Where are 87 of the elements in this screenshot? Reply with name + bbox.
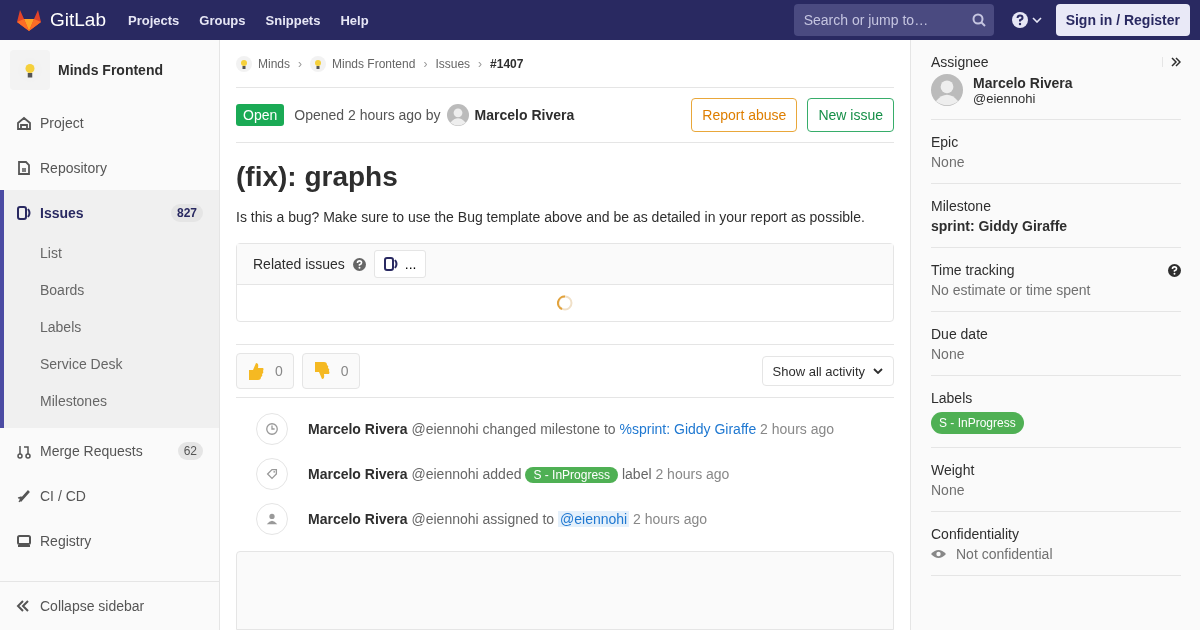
breadcrumb-link[interactable]: Minds Frontend	[332, 56, 416, 71]
sidebar-item[interactable]: Merge Requests 62	[0, 428, 219, 473]
sidebar-subitem[interactable]: Boards	[4, 272, 219, 309]
thumbs-up-button[interactable]: 0	[236, 353, 294, 389]
activity-note: Marcelo Rivera @eiennohi assigned to @eiennohi 2 hours ago	[308, 511, 708, 527]
sidebar-item[interactable]: CI / CD	[0, 473, 219, 518]
chevron-down-icon	[873, 368, 883, 374]
milestone-link[interactable]: %sprint: Giddy Giraffe	[619, 421, 757, 437]
issues-icon	[16, 204, 32, 221]
help-icon	[1011, 12, 1028, 28]
sidebar-subitem[interactable]: List	[4, 235, 219, 272]
caret-icon	[1031, 17, 1042, 23]
avatar	[446, 104, 469, 126]
issue-description: Is this a bug? Make sure to use the Bug template above and be as detailed in your report as possible.	[236, 209, 866, 225]
confidentiality-value: Not confidential	[956, 546, 1053, 562]
sidebar-section-title: Assignee	[931, 54, 989, 70]
related-issues-count-button[interactable]: ...	[373, 250, 426, 278]
search-input[interactable]: Search or jump to…	[801, 11, 972, 29]
assignee-username: @eiennohi	[973, 90, 1037, 106]
sidebar-item[interactable]: Project	[0, 100, 219, 145]
sidebar-value: None	[931, 482, 966, 498]
home-icon	[16, 114, 32, 131]
loading-spinner-icon	[557, 295, 573, 311]
project-name[interactable]: Minds Frontend	[58, 62, 163, 78]
document-icon	[16, 159, 32, 176]
thumbs-up-icon	[247, 361, 265, 381]
thumbs-down-button[interactable]: 0	[301, 353, 360, 389]
sidebar-item[interactable]: Registry	[0, 518, 219, 563]
user-mention-link[interactable]: @eiennohi	[558, 511, 630, 527]
breadcrumb-separator: ›	[478, 56, 483, 71]
tag-icon	[265, 467, 279, 481]
clock-icon	[265, 422, 279, 436]
breadcrumb-separator: ›	[298, 56, 302, 71]
fox-logo-icon	[16, 8, 42, 32]
thumbs-down-icon	[312, 361, 331, 381]
activity-note: Marcelo Rivera @eiennohi added S - InProgress label 2 hours ago	[308, 466, 730, 482]
sidebar-value: None	[931, 346, 966, 362]
sidebar-subitem[interactable]: Labels	[4, 309, 219, 346]
author-link[interactable]: Marcelo Rivera	[474, 107, 575, 123]
sidebar-value: None	[931, 154, 966, 170]
sidebar-value: No estimate or time spent	[931, 282, 1092, 298]
activity-note: Marcelo Rivera @eiennohi changed milestone to %sprint: Giddy Giraffe 2 hours ago	[308, 421, 835, 437]
nav-link[interactable]: Projects	[128, 12, 180, 28]
sidebar-subitem[interactable]: Milestones	[4, 383, 219, 420]
nav-link[interactable]: Groups	[199, 12, 246, 28]
double-chevron-left-icon	[16, 600, 30, 612]
breadcrumb-link[interactable]: Issues	[435, 56, 471, 71]
opened-text: Opened 2 hours ago by	[294, 107, 441, 123]
double-chevron-right-icon[interactable]	[1171, 57, 1181, 67]
container-icon	[16, 532, 32, 549]
milestone-value[interactable]: sprint: Giddy Giraffe	[931, 218, 1181, 234]
sidebar-section-title: Confidentiality	[931, 526, 1019, 542]
sidebar-section-title: Milestone	[931, 198, 991, 214]
brand-name[interactable]: GitLab	[50, 9, 106, 31]
avatar	[931, 74, 963, 106]
breadcrumb-link[interactable]: Minds	[258, 56, 290, 71]
eye-icon	[931, 549, 946, 559]
sidebar-section-title: Due date	[931, 326, 988, 342]
sidebar-item[interactable]: Issues 827	[4, 190, 219, 235]
count-badge: 62	[177, 441, 203, 460]
nav-link[interactable]: Help	[340, 12, 369, 28]
help-icon[interactable]	[1168, 263, 1181, 277]
new-issue-button[interactable]: New issue	[807, 98, 894, 132]
breadcrumb-link[interactable]: #1407	[490, 56, 524, 71]
assignee-name[interactable]: Marcelo Rivera	[973, 74, 1073, 91]
issues-icon	[382, 256, 399, 272]
user-icon	[265, 512, 279, 526]
lightbulb-icon	[236, 55, 252, 72]
search-field[interactable]: Search or jump to…	[793, 4, 994, 36]
sidebar-section-title: Labels	[931, 390, 973, 406]
status-badge: Open	[236, 104, 285, 126]
help-icon[interactable]	[352, 257, 366, 271]
sidebar-section-title: Weight	[931, 462, 975, 478]
activity-filter-dropdown[interactable]: Show all activity	[761, 356, 894, 386]
help-dropdown[interactable]	[1011, 12, 1042, 28]
issue-title: (fix): graphs	[236, 161, 399, 193]
lightbulb-icon	[310, 55, 326, 72]
related-issues-title: Related issues	[253, 256, 345, 272]
search-icon	[971, 13, 986, 27]
sign-in-button[interactable]: Sign in / Register	[1055, 4, 1190, 36]
breadcrumb-separator: ›	[423, 56, 428, 71]
count-badge: 827	[170, 203, 203, 222]
sidebar-item[interactable]: Repository	[0, 145, 219, 190]
sidebar-subitem[interactable]: Service Desk	[4, 346, 219, 383]
nav-link[interactable]: Snippets	[265, 12, 321, 28]
sidebar-section-title: Time tracking	[931, 262, 1015, 278]
sidebar-section-title: Epic	[931, 134, 959, 150]
